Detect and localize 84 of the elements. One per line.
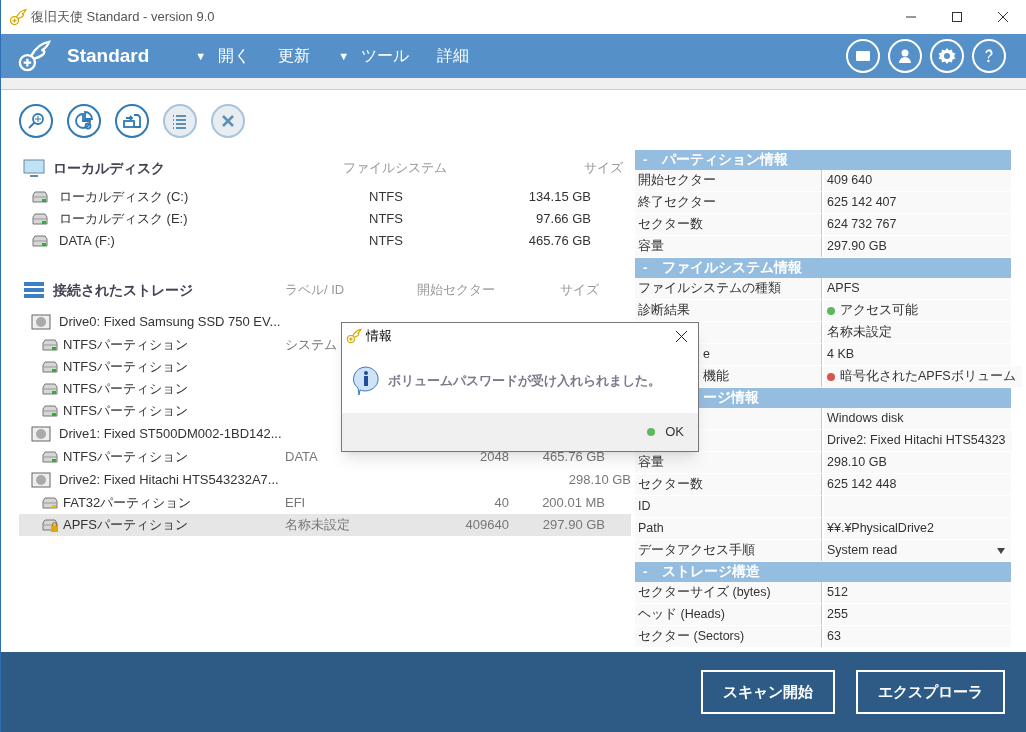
section-title: 接続されたストレージ: [53, 280, 194, 300]
dialog-title: 情報: [366, 327, 392, 346]
disk-row[interactable]: ローカルディスク (C:) NTFS 134.15 GB: [19, 186, 631, 208]
property-value: 297.90 GB: [824, 236, 1011, 257]
column-header: サイズ: [559, 281, 599, 300]
drive-row[interactable]: Drive2: Fixed Hitachi HTS543232A7... 298.10 GB: [19, 468, 631, 492]
action-button[interactable]: スキャン開始: [701, 670, 835, 714]
ok-button[interactable]: OK: [647, 422, 684, 442]
property-value: Drive2: Fixed Hitachi HTS54323: [824, 430, 1012, 451]
property-value: 暗号化されたAPFSボリューム: [824, 366, 1022, 387]
property-label: Path: [635, 518, 822, 539]
maximize-icon: [952, 12, 962, 22]
partition-row[interactable]: NTFSパーティション DATA 2048 465.76 GB: [19, 446, 631, 468]
property-label: ヘッド (Heads): [635, 604, 822, 625]
section-title: ローカルディスク: [53, 158, 166, 178]
column-header: サイズ: [583, 159, 623, 178]
property-value: 625 142 448: [824, 474, 1011, 495]
partition-row[interactable]: NTFSパーティション: [19, 400, 631, 422]
app-logo-icon: [17, 39, 51, 73]
column-header: ラベル/ ID: [285, 281, 346, 300]
info-icon: [352, 366, 380, 396]
property-label: ID: [635, 496, 822, 517]
drive-icon: [41, 338, 59, 352]
property-value: 624 732 767: [824, 214, 1011, 235]
caret-icon: [997, 547, 1005, 554]
property-value: 63: [824, 626, 1011, 647]
pie-chart-icon: [74, 111, 94, 131]
property-label: ファイルシステムの種類: [635, 278, 822, 299]
column-header: ファイルシステム: [343, 159, 448, 178]
file-transfer-button[interactable]: [115, 104, 149, 138]
drive-icon: [31, 212, 49, 226]
property-value: APFS: [824, 278, 1011, 299]
help-icon[interactable]: [972, 39, 1006, 73]
action-button[interactable]: エクスプローラ: [856, 670, 1005, 714]
user-icon[interactable]: [888, 39, 922, 73]
property-label: 診断結果: [635, 300, 822, 321]
property-value: ¥¥.¥PhysicalDrive2: [824, 518, 1011, 539]
property-value: 298.10 GB: [824, 452, 1011, 473]
partition-row[interactable]: FAT32パーティション EFI 40 200.01 MB: [19, 492, 631, 514]
pie-chart-button[interactable]: [67, 104, 101, 138]
magnifier-icon: [26, 111, 46, 131]
property-value: 625 142 407: [824, 192, 1011, 213]
locked-drive-icon: [41, 518, 59, 532]
property-value: 409 640: [824, 170, 1011, 191]
message-icon[interactable]: [846, 39, 880, 73]
property-value: アクセス可能: [824, 300, 1011, 321]
file-transfer-icon: [122, 111, 142, 131]
window-title: 復旧天使 Standard - version 9.0: [31, 8, 215, 27]
property-label: 容量: [635, 452, 822, 473]
brand-name: Standard: [67, 43, 150, 68]
property-value: Windows disk: [824, 408, 1011, 429]
drive-icon: [41, 360, 59, 374]
drive-row[interactable]: Drive1: Fixed ST500DM002-1BD142...: [19, 422, 631, 446]
drive-icon: [41, 404, 59, 418]
close-button[interactable]: [674, 329, 688, 343]
disk-row[interactable]: ローカルディスク (E:) NTFS 97.66 GB: [19, 208, 631, 230]
property-label: セクター数: [635, 214, 822, 235]
property-value[interactable]: System read: [824, 540, 1011, 561]
server-icon: [23, 281, 45, 299]
property-label: セクターサイズ (bytes): [635, 582, 822, 603]
partition-row[interactable]: APFSパーティション 名称未設定 409640 297.90 GB: [19, 514, 631, 536]
drive-icon: [41, 450, 59, 464]
app-logo-icon: [9, 8, 27, 26]
app-logo-icon: [346, 328, 362, 344]
property-value: 512: [824, 582, 1011, 603]
close-icon: [998, 12, 1008, 22]
property-label: 終了セクター: [635, 192, 822, 213]
property-value: 4 KB: [824, 344, 1011, 365]
drive-icon: [41, 496, 59, 510]
property-label: セクター数: [635, 474, 822, 495]
drive-icon: [41, 382, 59, 396]
property-value: 255: [824, 604, 1011, 625]
magnifier-button[interactable]: [19, 104, 53, 138]
property-value: 名称未設定: [824, 322, 1011, 343]
property-label: 開始セクター: [635, 170, 822, 191]
property-label: セクター (Sectors): [635, 626, 822, 647]
property-label: 容量: [635, 236, 822, 257]
monitor-icon: [23, 159, 45, 177]
drive-icon: [31, 234, 49, 248]
drive-icon: [31, 190, 49, 204]
column-header: 開始セクター: [417, 281, 496, 300]
property-label: データアクセス手順: [635, 540, 822, 561]
disk-row[interactable]: DATA (F:) NTFS 465.76 GB: [19, 230, 631, 252]
settings-icon[interactable]: [930, 39, 964, 73]
